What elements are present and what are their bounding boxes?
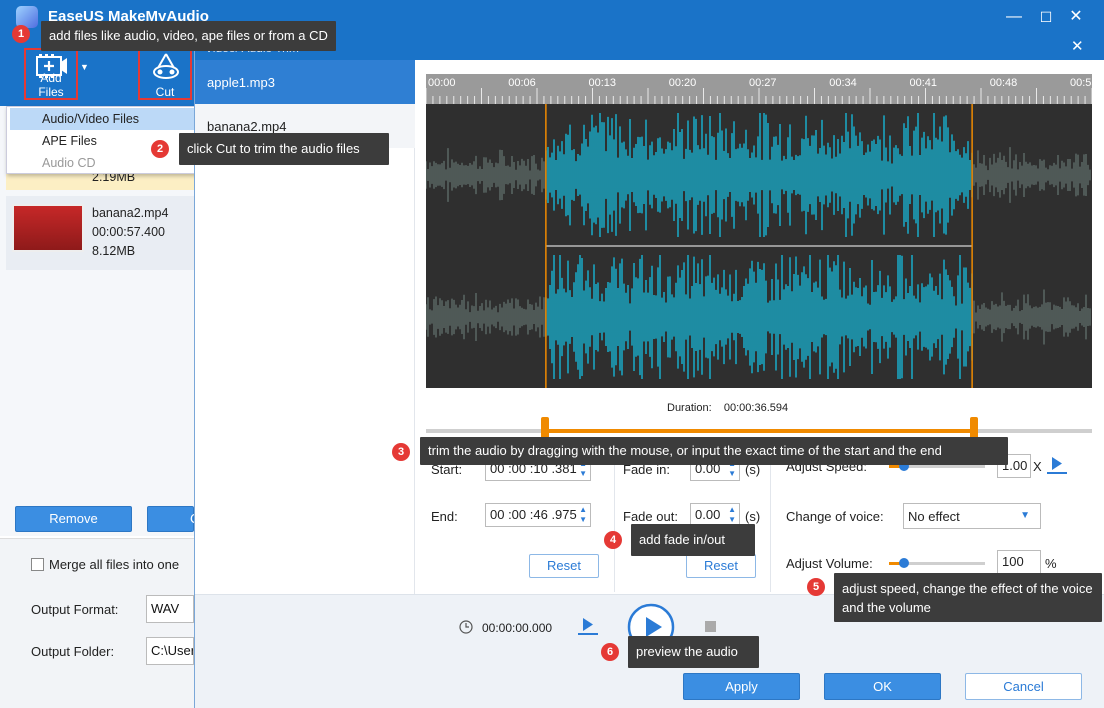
reset-fade-button[interactable]: Reset	[686, 554, 756, 578]
divider	[770, 444, 771, 592]
file-thumbnail	[12, 204, 84, 252]
time-ruler: 00:00 00:06 00:13 00:20 00:27 00:34 00:41 00:48…	[426, 74, 1092, 104]
ruler-tick-label: 00:41	[909, 77, 937, 89]
volume-slider-knob[interactable]	[899, 558, 910, 568]
maximize-button[interactable]: ☐	[1034, 6, 1058, 28]
spin-down-icon[interactable]: ▼	[579, 469, 587, 478]
ruler-tick-label: 00:20	[669, 77, 697, 89]
volume-label: Adjust Volume:	[786, 556, 873, 571]
play-time: 00:00:00.000	[482, 621, 553, 635]
apply-button[interactable]: Apply	[683, 673, 800, 700]
merge-checkbox[interactable]	[31, 558, 44, 571]
scissors-icon	[153, 53, 179, 79]
voice-select[interactable]: No effect ▼	[903, 503, 1041, 529]
duration-value: 00:00:36.594	[723, 402, 789, 414]
menu-item-audio-video[interactable]: Audio/Video Files	[10, 108, 196, 130]
voice-label: Change of voice:	[786, 509, 884, 524]
voice-select-value: No effect	[908, 509, 960, 524]
ruler-ticks: 00:00 00:06 00:13 00:20 00:27 00:34 00:41 00:48…	[426, 77, 1092, 104]
speed-preview-icon[interactable]	[1045, 454, 1069, 476]
remove-button[interactable]: Remove	[15, 506, 132, 532]
waveform-panel[interactable]	[426, 104, 1092, 388]
dialog-close-button[interactable]: ✕	[1071, 37, 1084, 55]
fade-out-label: Fade out:	[623, 509, 678, 524]
callout-badge: 3	[392, 443, 410, 461]
end-time-input[interactable]: 00 :00 :46 .975 ▲ ▼	[485, 503, 591, 527]
ruler-tick-label: 00:27	[749, 77, 777, 89]
trim-selection	[545, 429, 973, 433]
ruler-tick-label: 00:34	[829, 77, 857, 89]
add-files-menu: Audio/Video Files APE Files Audio CD	[6, 106, 198, 174]
output-folder-label: Output Folder:	[31, 644, 115, 659]
volume-unit: %	[1045, 556, 1057, 571]
fade-out-value: 0.00	[695, 507, 721, 522]
trim-start-handle[interactable]	[541, 417, 549, 439]
waveform-selected	[545, 255, 973, 379]
merge-label: Merge all files into one	[49, 557, 180, 572]
callout-tip: add fade in/out	[631, 524, 755, 556]
speed-slider[interactable]	[889, 461, 985, 471]
end-time-value: 00 :00 :46 .975	[490, 507, 577, 522]
trim-end-handle[interactable]	[970, 417, 978, 439]
callout-tip: adjust speed, change the effect of the v…	[834, 573, 1102, 622]
duration-readout: Duration: 00:00:36.594	[667, 402, 788, 414]
volume-slider[interactable]	[889, 558, 985, 568]
minimize-button[interactable]: —	[1002, 6, 1026, 28]
add-files-label: Add Files	[38, 71, 64, 99]
file-name: banana2.mp4	[92, 206, 169, 220]
output-format-select[interactable]: WAV	[146, 595, 194, 623]
ruler-tick-label: 00:55	[1070, 77, 1092, 89]
menu-item-audio-cd[interactable]: Audio CD	[10, 152, 196, 174]
ruler-tick-label: 00:48	[990, 77, 1018, 89]
end-label: End:	[431, 509, 458, 524]
speed-unit: X	[1033, 459, 1042, 474]
output-options: Merge all files into one Output Format: …	[0, 538, 194, 708]
ok-button[interactable]: OK	[824, 673, 941, 700]
callout-tip: click Cut to trim the audio files	[179, 133, 389, 165]
divider	[614, 444, 615, 592]
callout-badge: 1	[12, 25, 30, 43]
chevron-down-icon: ▼	[1020, 510, 1030, 521]
spin-down-icon[interactable]: ▼	[728, 515, 736, 524]
list-item[interactable]: banana2.mp4 00:00:57.400 8.12MB	[6, 196, 194, 270]
cut-button[interactable]: Cut	[138, 48, 192, 100]
callout-tip: add files like audio, video, ape files o…	[41, 21, 336, 51]
play-selection-icon[interactable]	[576, 615, 600, 637]
callout-badge: 6	[601, 643, 619, 661]
reset-time-button[interactable]: Reset	[529, 554, 599, 578]
spin-up-icon[interactable]: ▲	[728, 505, 736, 514]
add-files-button[interactable]: Add Files	[24, 48, 78, 100]
ruler-tick-label: 00:13	[588, 77, 616, 89]
spin-up-icon[interactable]: ▲	[579, 505, 587, 514]
output-folder-input[interactable]: C:\User	[146, 637, 194, 665]
callout-tip: preview the audio	[628, 636, 759, 668]
volume-input[interactable]: 100	[997, 550, 1041, 574]
output-format-label: Output Format:	[31, 602, 119, 617]
close-button[interactable]: ✕	[1064, 6, 1088, 28]
spin-down-icon[interactable]: ▼	[728, 469, 736, 478]
cancel-button[interactable]: Cancel	[965, 673, 1082, 700]
partial-button[interactable]: C	[147, 506, 199, 532]
fade-out-unit: (s)	[745, 509, 761, 524]
ruler-tick-label: 00:00	[428, 77, 456, 89]
callout-badge: 4	[604, 531, 622, 549]
waveform	[426, 104, 1091, 388]
duration-label: Duration:	[667, 402, 712, 414]
file-size: 8.12MB	[92, 244, 136, 258]
spin-down-icon[interactable]: ▼	[579, 515, 587, 524]
file-duration: 00:00:57.400	[92, 225, 165, 239]
waveform-selected	[545, 113, 973, 237]
cut-label: Cut	[155, 85, 175, 99]
dialog-file-item[interactable]: apple1.mp3	[195, 60, 415, 104]
add-files-dropdown-icon[interactable]: ▼	[80, 62, 89, 72]
stop-icon[interactable]	[705, 621, 716, 632]
clock-icon	[459, 620, 473, 634]
callout-tip: trim the audio by dragging with the mous…	[420, 437, 1008, 465]
callout-badge: 2	[151, 140, 169, 158]
callout-badge: 5	[807, 578, 825, 596]
ruler-tick-label: 00:06	[508, 77, 536, 89]
